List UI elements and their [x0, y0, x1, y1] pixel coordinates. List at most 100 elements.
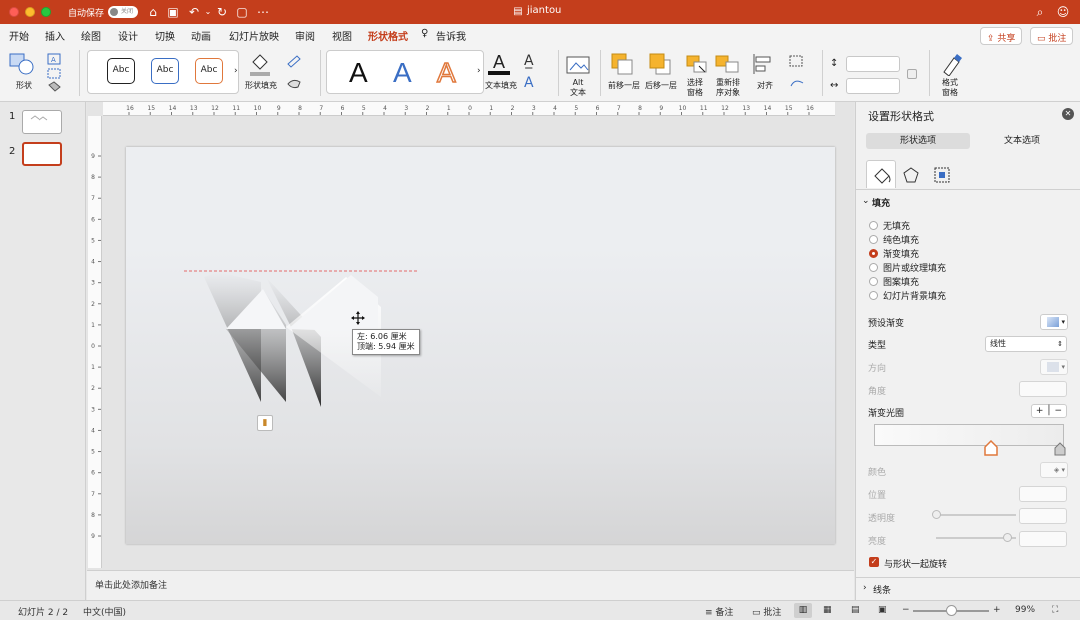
pattern-fill-label[interactable]: 图案填充 — [883, 275, 919, 288]
shape-width-field[interactable] — [846, 78, 900, 94]
no-fill-label[interactable]: 无填充 — [883, 219, 910, 232]
shape-style-3[interactable]: Abc — [195, 58, 223, 84]
radio-slide-background-fill[interactable] — [869, 291, 878, 300]
close-icon[interactable]: ✕ — [1062, 108, 1074, 120]
send-backward-label[interactable]: 后移一层 — [645, 80, 677, 91]
notes-area[interactable]: 单击此处添加备注 — [87, 570, 854, 600]
slide-background-fill-label[interactable]: 幻灯片背景填充 — [883, 289, 946, 302]
alt-text-label[interactable]: Alt 文本 — [570, 78, 586, 98]
tab-slideshow[interactable]: 幻灯片放映 — [229, 28, 279, 43]
gradient-fill-label[interactable]: 渐变填充 — [883, 247, 919, 260]
save-icon[interactable]: ▣ — [165, 4, 181, 20]
tab-review[interactable]: 审阅 — [295, 28, 315, 43]
gradient-type-select[interactable]: 线性 ⇕ — [985, 336, 1067, 352]
slide-sorter-icon[interactable]: ▦ — [823, 605, 832, 615]
angle-field[interactable] — [1019, 381, 1067, 397]
selection-pane-icon[interactable] — [685, 52, 709, 76]
tab-shape-format[interactable]: 形状格式 — [368, 28, 408, 48]
shape-style-1[interactable]: Abc — [107, 58, 135, 84]
slide-thumbnail-1[interactable] — [22, 110, 62, 134]
tab-tell-me[interactable]: 告诉我 — [436, 28, 466, 43]
zoom-in-button[interactable]: + — [993, 605, 1001, 615]
radio-gradient-fill[interactable] — [869, 249, 878, 258]
text-outline-icon[interactable]: A̲ — [524, 53, 534, 69]
tab-home[interactable]: 开始 — [9, 28, 29, 43]
group-rotate-icons[interactable] — [788, 54, 810, 94]
text-effects-icon[interactable]: A — [524, 75, 534, 91]
format-pane-label[interactable]: 格式 窗格 — [942, 78, 958, 98]
rotate-with-shape-checkbox[interactable]: ✓ — [869, 557, 879, 567]
picture-fill-label[interactable]: 图片或纹理填充 — [883, 261, 946, 274]
reorder-objects-icon[interactable] — [714, 52, 742, 76]
wordart-style-1[interactable]: A — [349, 58, 368, 88]
normal-view-icon[interactable]: ▥ — [794, 603, 812, 618]
shape-height-field[interactable] — [846, 56, 900, 72]
radio-pattern-fill[interactable] — [869, 277, 878, 286]
position-field[interactable] — [1019, 486, 1067, 502]
radio-solid-fill[interactable] — [869, 235, 878, 244]
present-icon[interactable]: ▢ — [234, 4, 250, 20]
fill-section-header[interactable]: 填充 — [872, 196, 890, 209]
paint-bucket-icon[interactable] — [248, 51, 272, 77]
chevron-right-icon[interactable]: › — [234, 66, 238, 76]
comments-button[interactable]: ▭ 批注 — [1030, 27, 1074, 45]
alt-text-icon[interactable] — [566, 54, 590, 76]
shape-style-2[interactable]: Abc — [151, 58, 179, 84]
home-icon[interactable]: ⌂ — [145, 4, 161, 20]
tab-view[interactable]: 视图 — [332, 28, 352, 43]
line-section-header[interactable]: 线条 — [873, 583, 891, 596]
fill-line-tab[interactable] — [866, 160, 896, 188]
tab-text-options[interactable]: 文本选项 — [972, 133, 1072, 149]
transparency-field[interactable] — [1019, 508, 1067, 524]
wordart-style-3[interactable]: A — [436, 57, 456, 89]
close-window-button[interactable] — [9, 7, 19, 17]
slide-canvas[interactable]: 左: 6.06 厘米 顶端: 5.94 厘米 ▮ — [126, 147, 835, 544]
preset-gradient-dropdown[interactable]: ▾ — [1040, 314, 1068, 330]
notes-toggle-button[interactable]: ≡ 备注 — [705, 605, 733, 618]
rotate-with-shape-label[interactable]: 与形状一起旋转 — [884, 557, 947, 570]
zoom-window-button[interactable] — [41, 7, 51, 17]
brightness-slider-thumb[interactable] — [1003, 533, 1012, 542]
language-indicator[interactable]: 中文(中国) — [83, 605, 126, 618]
zoom-level[interactable]: 99% — [1015, 605, 1035, 615]
reorder-objects-label[interactable]: 重新排 序对象 — [716, 78, 740, 98]
transparency-slider[interactable] — [936, 514, 1016, 516]
gradient-stop-handle[interactable] — [1054, 442, 1066, 456]
paste-options-icon[interactable]: ▮ — [257, 415, 273, 431]
chevron-right-icon[interactable]: › — [863, 583, 867, 593]
shape-outline-effects-icons[interactable] — [285, 52, 311, 92]
gradient-stop-handle[interactable] — [984, 440, 998, 456]
bring-forward-label[interactable]: 前移一层 — [608, 80, 640, 91]
align-icon[interactable] — [751, 52, 775, 76]
transparency-slider-thumb[interactable] — [932, 510, 941, 519]
size-properties-icon[interactable] — [933, 166, 951, 184]
tab-design[interactable]: 设计 — [118, 28, 138, 43]
presenter-view-icon[interactable]: ▣ — [878, 605, 887, 615]
send-backward-icon[interactable] — [648, 52, 672, 76]
slide-thumbnail-2[interactable] — [22, 142, 62, 166]
chevron-down-icon[interactable]: ⌄ — [862, 196, 870, 206]
align-label[interactable]: 对齐 — [757, 80, 773, 91]
account-icon[interactable]: ☺ — [1055, 4, 1071, 20]
selection-pane-label[interactable]: 选择 窗格 — [687, 78, 703, 98]
shapes-icon[interactable] — [8, 52, 36, 76]
color-dropdown[interactable]: ◈ ▾ — [1040, 462, 1068, 478]
shape-fill-label[interactable]: 形状填充 — [245, 80, 277, 91]
pentagon-icon[interactable] — [902, 166, 920, 184]
radio-no-fill[interactable] — [869, 221, 878, 230]
format-pane-icon[interactable] — [940, 52, 964, 76]
add-remove-stop-buttons[interactable]: + │ − — [1031, 404, 1067, 418]
share-button[interactable]: ⇪ 共享 — [980, 27, 1023, 45]
direction-dropdown[interactable]: ▾ — [1040, 359, 1068, 375]
gradient-bar[interactable] — [874, 424, 1064, 446]
tab-insert[interactable]: 插入 — [45, 28, 65, 43]
redo-icon[interactable]: ↻ — [214, 4, 230, 20]
more-icon[interactable]: ⋯ — [255, 4, 271, 20]
reading-view-icon[interactable]: ▤ — [851, 605, 860, 615]
zoom-slider-thumb[interactable] — [946, 605, 957, 616]
chevron-right-icon[interactable]: › — [477, 66, 481, 76]
radio-picture-fill[interactable] — [869, 263, 878, 272]
autosave-toggle[interactable]: 关闭 — [108, 6, 138, 18]
zoom-out-button[interactable]: − — [902, 605, 910, 615]
edit-shape-icons[interactable]: A — [46, 52, 68, 96]
